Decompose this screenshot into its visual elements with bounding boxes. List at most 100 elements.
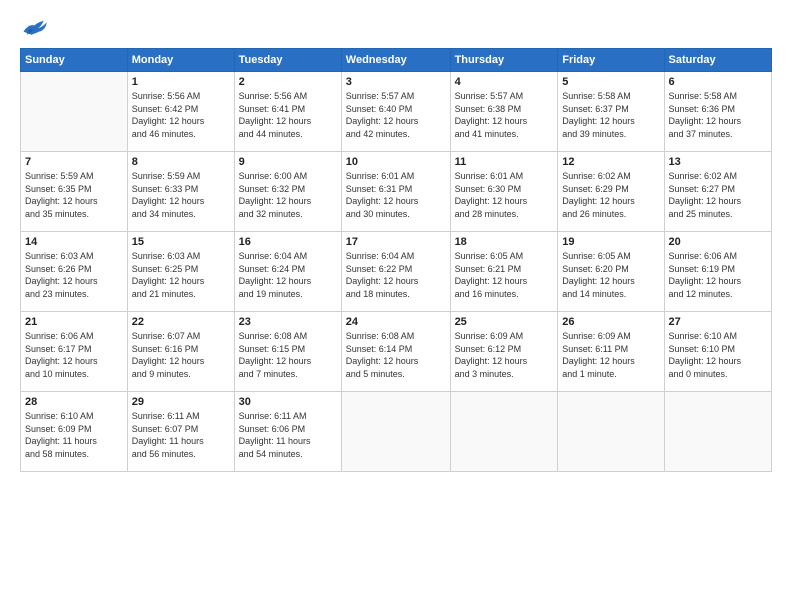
day-info: Sunrise: 6:01 AMSunset: 6:31 PMDaylight:… xyxy=(346,170,446,220)
day-number: 18 xyxy=(455,236,554,248)
day-cell: 30 Sunrise: 6:11 AMSunset: 6:06 PMDayligh… xyxy=(234,392,341,472)
day-number: 25 xyxy=(455,316,554,328)
header-row: SundayMondayTuesdayWednesdayThursdayFrid… xyxy=(21,49,772,72)
day-number: 2 xyxy=(239,76,337,88)
week-row-0: 1 Sunrise: 5:56 AMSunset: 6:42 PMDaylight… xyxy=(21,72,772,152)
header-day-thursday: Thursday xyxy=(450,49,558,72)
day-info: Sunrise: 6:01 AMSunset: 6:30 PMDaylight:… xyxy=(455,170,554,220)
week-row-1: 7Sunrise: 5:59 AMSunset: 6:35 PMDaylight… xyxy=(21,152,772,232)
day-number: 6 xyxy=(669,76,767,88)
day-number: 1 xyxy=(132,76,230,88)
day-number: 24 xyxy=(346,316,446,328)
day-info: Sunrise: 6:06 AMSunset: 6:19 PMDaylight:… xyxy=(669,250,767,300)
day-info: Sunrise: 5:59 AMSunset: 6:35 PMDaylight:… xyxy=(25,170,123,220)
day-cell: 8Sunrise: 5:59 AMSunset: 6:33 PMDaylight… xyxy=(127,152,234,232)
day-cell: 12Sunrise: 6:02 AMSunset: 6:29 PMDayligh… xyxy=(558,152,664,232)
day-cell xyxy=(558,392,664,472)
day-info: Sunrise: 6:11 AMSunset: 6:06 PMDaylight:… xyxy=(239,410,337,460)
logo xyxy=(20,16,50,38)
day-cell: 15 Sunrise: 6:03 AMSunset: 6:25 PMDayligh… xyxy=(127,232,234,312)
day-cell: 13 Sunrise: 6:02 AMSunset: 6:27 PMDayligh… xyxy=(664,152,771,232)
day-number: 19 xyxy=(562,236,659,248)
day-cell: 7Sunrise: 5:59 AMSunset: 6:35 PMDaylight… xyxy=(21,152,128,232)
day-info: Sunrise: 6:02 AMSunset: 6:29 PMDaylight:… xyxy=(562,170,659,220)
day-number: 27 xyxy=(669,316,767,328)
header-day-monday: Monday xyxy=(127,49,234,72)
day-info: Sunrise: 6:05 AMSunset: 6:20 PMDaylight:… xyxy=(562,250,659,300)
day-cell: 9Sunrise: 6:00 AMSunset: 6:32 PMDaylight… xyxy=(234,152,341,232)
day-number: 26 xyxy=(562,316,659,328)
day-number: 17 xyxy=(346,236,446,248)
day-info: Sunrise: 6:09 AMSunset: 6:11 PMDaylight:… xyxy=(562,330,659,380)
calendar: SundayMondayTuesdayWednesdayThursdayFrid… xyxy=(20,48,772,472)
day-cell: 26 Sunrise: 6:09 AMSunset: 6:11 PMDayligh… xyxy=(558,312,664,392)
day-number: 13 xyxy=(669,156,767,168)
day-number: 10 xyxy=(346,156,446,168)
header xyxy=(20,16,772,38)
day-cell: 6 Sunrise: 5:58 AMSunset: 6:36 PMDaylight… xyxy=(664,72,771,152)
day-info: Sunrise: 6:08 AMSunset: 6:15 PMDaylight:… xyxy=(239,330,337,380)
day-number: 22 xyxy=(132,316,230,328)
day-info: Sunrise: 5:58 AMSunset: 6:36 PMDaylight:… xyxy=(669,90,767,140)
day-info: Sunrise: 5:56 AMSunset: 6:42 PMDaylight:… xyxy=(132,90,230,140)
week-row-2: 14Sunrise: 6:03 AMSunset: 6:26 PMDayligh… xyxy=(21,232,772,312)
day-number: 23 xyxy=(239,316,337,328)
day-cell: 14Sunrise: 6:03 AMSunset: 6:26 PMDayligh… xyxy=(21,232,128,312)
day-number: 11 xyxy=(455,156,554,168)
day-info: Sunrise: 6:04 AMSunset: 6:22 PMDaylight:… xyxy=(346,250,446,300)
header-day-saturday: Saturday xyxy=(664,49,771,72)
day-cell: 24 Sunrise: 6:08 AMSunset: 6:14 PMDayligh… xyxy=(341,312,450,392)
day-cell: 5Sunrise: 5:58 AMSunset: 6:37 PMDaylight… xyxy=(558,72,664,152)
day-cell xyxy=(341,392,450,472)
day-info: Sunrise: 6:11 AMSunset: 6:07 PMDaylight:… xyxy=(132,410,230,460)
day-info: Sunrise: 5:58 AMSunset: 6:37 PMDaylight:… xyxy=(562,90,659,140)
day-cell: 2Sunrise: 5:56 AMSunset: 6:41 PMDaylight… xyxy=(234,72,341,152)
day-info: Sunrise: 6:09 AMSunset: 6:12 PMDaylight:… xyxy=(455,330,554,380)
day-cell xyxy=(450,392,558,472)
day-number: 30 xyxy=(239,396,337,408)
day-number: 9 xyxy=(239,156,337,168)
day-info: Sunrise: 6:10 AMSunset: 6:09 PMDaylight:… xyxy=(25,410,123,460)
header-day-wednesday: Wednesday xyxy=(341,49,450,72)
day-info: Sunrise: 5:57 AMSunset: 6:38 PMDaylight:… xyxy=(455,90,554,140)
day-cell: 18 Sunrise: 6:05 AMSunset: 6:21 PMDayligh… xyxy=(450,232,558,312)
day-info: Sunrise: 6:05 AMSunset: 6:21 PMDaylight:… xyxy=(455,250,554,300)
day-info: Sunrise: 5:59 AMSunset: 6:33 PMDaylight:… xyxy=(132,170,230,220)
calendar-header: SundayMondayTuesdayWednesdayThursdayFrid… xyxy=(21,49,772,72)
day-info: Sunrise: 6:07 AMSunset: 6:16 PMDaylight:… xyxy=(132,330,230,380)
day-number: 20 xyxy=(669,236,767,248)
day-cell: 22 Sunrise: 6:07 AMSunset: 6:16 PMDayligh… xyxy=(127,312,234,392)
header-day-friday: Friday xyxy=(558,49,664,72)
day-cell: 21 Sunrise: 6:06 AMSunset: 6:17 PMDayligh… xyxy=(21,312,128,392)
day-info: Sunrise: 6:03 AMSunset: 6:25 PMDaylight:… xyxy=(132,250,230,300)
day-cell: 16Sunrise: 6:04 AMSunset: 6:24 PMDayligh… xyxy=(234,232,341,312)
day-number: 15 xyxy=(132,236,230,248)
day-cell: 20 Sunrise: 6:06 AMSunset: 6:19 PMDayligh… xyxy=(664,232,771,312)
day-cell: 3 Sunrise: 5:57 AMSunset: 6:40 PMDaylight… xyxy=(341,72,450,152)
day-number: 4 xyxy=(455,76,554,88)
day-cell: 17 Sunrise: 6:04 AMSunset: 6:22 PMDayligh… xyxy=(341,232,450,312)
day-info: Sunrise: 6:02 AMSunset: 6:27 PMDaylight:… xyxy=(669,170,767,220)
day-number: 14 xyxy=(25,236,123,248)
day-info: Sunrise: 6:08 AMSunset: 6:14 PMDaylight:… xyxy=(346,330,446,380)
day-cell: 25 Sunrise: 6:09 AMSunset: 6:12 PMDayligh… xyxy=(450,312,558,392)
day-cell: 1 Sunrise: 5:56 AMSunset: 6:42 PMDaylight… xyxy=(127,72,234,152)
day-cell: 29 Sunrise: 6:11 AMSunset: 6:07 PMDayligh… xyxy=(127,392,234,472)
header-day-tuesday: Tuesday xyxy=(234,49,341,72)
week-row-3: 21 Sunrise: 6:06 AMSunset: 6:17 PMDayligh… xyxy=(21,312,772,392)
day-number: 21 xyxy=(25,316,123,328)
day-info: Sunrise: 5:57 AMSunset: 6:40 PMDaylight:… xyxy=(346,90,446,140)
page: SundayMondayTuesdayWednesdayThursdayFrid… xyxy=(0,0,792,612)
header-day-sunday: Sunday xyxy=(21,49,128,72)
day-cell: 27Sunrise: 6:10 AMSunset: 6:10 PMDayligh… xyxy=(664,312,771,392)
day-cell xyxy=(664,392,771,472)
day-number: 3 xyxy=(346,76,446,88)
day-cell: 28Sunrise: 6:10 AMSunset: 6:09 PMDayligh… xyxy=(21,392,128,472)
day-number: 16 xyxy=(239,236,337,248)
day-cell: 11 Sunrise: 6:01 AMSunset: 6:30 PMDayligh… xyxy=(450,152,558,232)
day-cell: 19 Sunrise: 6:05 AMSunset: 6:20 PMDayligh… xyxy=(558,232,664,312)
logo-bird-icon xyxy=(22,16,50,38)
day-number: 29 xyxy=(132,396,230,408)
day-info: Sunrise: 6:06 AMSunset: 6:17 PMDaylight:… xyxy=(25,330,123,380)
day-cell: 4 Sunrise: 5:57 AMSunset: 6:38 PMDaylight… xyxy=(450,72,558,152)
